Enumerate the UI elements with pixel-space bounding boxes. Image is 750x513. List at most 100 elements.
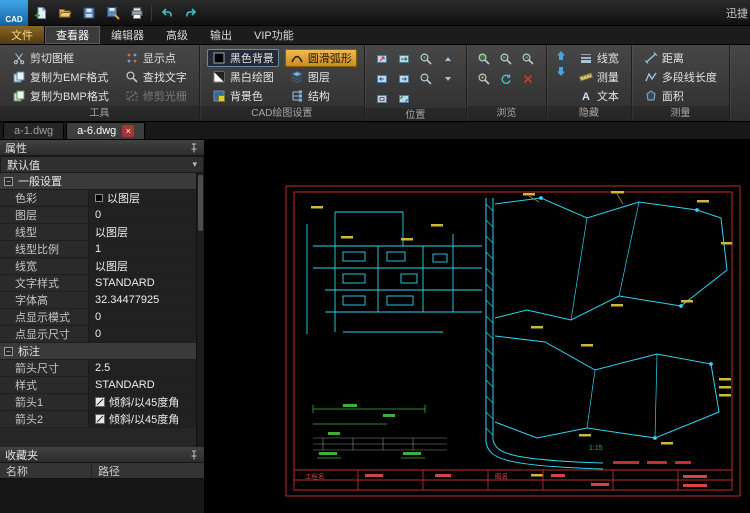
point-size-value[interactable]: 0 (88, 326, 204, 342)
copy-emf-button[interactable]: 复制为EMF格式 (7, 68, 114, 86)
menu-tab-output[interactable]: 输出 (199, 26, 243, 44)
menu-tab-viewer[interactable]: 查看器 (45, 26, 100, 44)
arrow2-value[interactable]: 倾斜/以45度角 (88, 411, 204, 427)
pin-icon[interactable] (189, 450, 199, 460)
refresh-view-button[interactable] (496, 69, 517, 88)
app-window: CAD 迅捷 文件 查看器 编辑器 高级 输出 VIP功能 (0, 0, 750, 513)
lineweight-icon (579, 51, 593, 65)
annotations-yellow (311, 191, 732, 477)
zoom-extents-button[interactable] (474, 69, 495, 88)
print-icon (130, 6, 144, 20)
section-dimension[interactable]: − 标注 (0, 343, 204, 360)
smooth-arc-button[interactable]: 圆滑弧形 (285, 49, 357, 67)
doc-tab-a1[interactable]: a-1.dwg (3, 122, 64, 139)
property-scrollbar[interactable] (196, 173, 204, 447)
drawing-canvas[interactable]: 1:15 工程名 图名 (205, 140, 750, 513)
raise-order-button[interactable] (554, 49, 568, 63)
preset-dropdown[interactable]: 默认值 ▾ (0, 156, 204, 173)
distance-label: 距离 (662, 50, 684, 66)
zoom-in-button[interactable] (416, 49, 437, 68)
app-logo[interactable]: CAD (0, 0, 28, 26)
find-text-label: 查找文字 (143, 69, 187, 85)
next-window-button[interactable] (394, 69, 415, 88)
lower-order-button[interactable] (554, 64, 568, 78)
lineweight-toggle-button[interactable]: 线宽 (574, 49, 624, 67)
ribbon-group-draw-label: CAD绘图设置 (200, 106, 364, 121)
cancel-view-button[interactable] (518, 69, 539, 88)
close-tab-icon[interactable]: × (122, 125, 134, 137)
cad-drawing: 1:15 工程名 图名 (283, 184, 743, 504)
color-swatch (95, 194, 103, 202)
text-style-value[interactable]: STANDARD (88, 275, 204, 291)
menu-tab-advanced[interactable]: 高级 (155, 26, 199, 44)
caret-down-icon (441, 72, 455, 86)
print-button[interactable] (125, 2, 148, 24)
section-general-title: 一般设置 (18, 173, 62, 189)
doc-tab-a6[interactable]: a-6.dwg × (66, 122, 145, 139)
structure-button[interactable]: 结构 (285, 87, 357, 105)
measure-area-button[interactable]: 面积 (639, 87, 722, 105)
zoom-window-icon (477, 52, 491, 66)
menu-tab-editor[interactable]: 编辑器 (100, 26, 155, 44)
collapse-icon[interactable]: − (4, 347, 13, 356)
show-points-button[interactable]: 显示点 (120, 49, 192, 67)
layer-value[interactable]: 0 (88, 207, 204, 223)
move-window-button[interactable] (394, 49, 415, 68)
linetype-value[interactable]: 以图层 (88, 224, 204, 240)
color-value[interactable]: 以图层 (88, 190, 204, 206)
copy-bmp-button[interactable]: 复制为BMP格式 (7, 87, 114, 105)
arrow-size-value[interactable]: 2.5 (88, 360, 204, 376)
collapse-icon[interactable]: − (4, 177, 13, 186)
arrow1-value[interactable]: 倾斜/以45度角 (88, 394, 204, 410)
measure-polyline-button[interactable]: 多段线长度 (639, 68, 722, 86)
ribbon-group-draw-settings: 黑色背景 黑白绘图 背景色 圆滑弧形 (200, 45, 365, 121)
doc-tab-label: a-6.dwg (77, 125, 116, 137)
next-view-button[interactable] (518, 49, 539, 68)
redo-button[interactable] (179, 2, 202, 24)
save-as-button[interactable] (101, 2, 124, 24)
new-file-button[interactable] (29, 2, 52, 24)
open-file-button[interactable] (53, 2, 76, 24)
ribbon-group-position: 位置 (365, 45, 467, 121)
font-height-value[interactable]: 32.34477925 (88, 292, 204, 308)
fit-window-button[interactable] (372, 89, 393, 108)
show-points-label: 显示点 (143, 50, 176, 66)
linetype-scale-value[interactable]: 1 (88, 241, 204, 257)
position-more-up-button[interactable] (438, 49, 459, 68)
dim-style-value[interactable]: STANDARD (88, 377, 204, 393)
pan-window-icon (375, 52, 389, 66)
scrollbar-thumb[interactable] (198, 175, 203, 231)
svg-text:A: A (582, 91, 590, 103)
window-title: 迅捷 (726, 5, 750, 21)
favorites-col-name[interactable]: 名称 (0, 463, 92, 478)
black-background-button[interactable]: 黑色背景 (207, 49, 279, 67)
section-general-settings[interactable]: − 一般设置 (0, 173, 204, 190)
full-extent-button[interactable] (394, 89, 415, 108)
previous-window-button[interactable] (372, 69, 393, 88)
lineweight-value[interactable]: 以图层 (88, 258, 204, 274)
ribbon: 剪切图框 复制为EMF格式 复制为BMP格式 显示点 (0, 45, 750, 122)
previous-view-button[interactable] (496, 49, 517, 68)
zoom-window-button[interactable] (474, 49, 495, 68)
menu-tab-vip[interactable]: VIP功能 (243, 26, 305, 44)
favorites-list[interactable] (0, 479, 204, 513)
layers-button[interactable]: 图层 (285, 68, 357, 86)
measure-toggle-button[interactable]: 测量 (574, 68, 624, 86)
pan-window-button[interactable] (372, 49, 393, 68)
pin-icon[interactable] (189, 143, 199, 153)
text-toggle-button[interactable]: A 文本 (574, 87, 624, 105)
trim-raster-button[interactable]: 修剪光栅 (120, 87, 192, 105)
find-text-button[interactable]: 查找文字 (120, 68, 192, 86)
cut-frame-button[interactable]: 剪切图框 (7, 49, 114, 67)
lineweight-label: 线宽 (597, 50, 619, 66)
menu-tab-file[interactable]: 文件 (0, 26, 45, 44)
save-button[interactable] (77, 2, 100, 24)
favorites-col-path[interactable]: 路径 (92, 463, 126, 478)
point-mode-value[interactable]: 0 (88, 309, 204, 325)
background-color-button[interactable]: 背景色 (207, 87, 279, 105)
zoom-out-button[interactable] (416, 69, 437, 88)
measure-distance-button[interactable]: 距离 (639, 49, 722, 67)
undo-button[interactable] (155, 2, 178, 24)
bw-drawing-button[interactable]: 黑白绘图 (207, 68, 279, 86)
position-more-down-button[interactable] (438, 69, 459, 88)
